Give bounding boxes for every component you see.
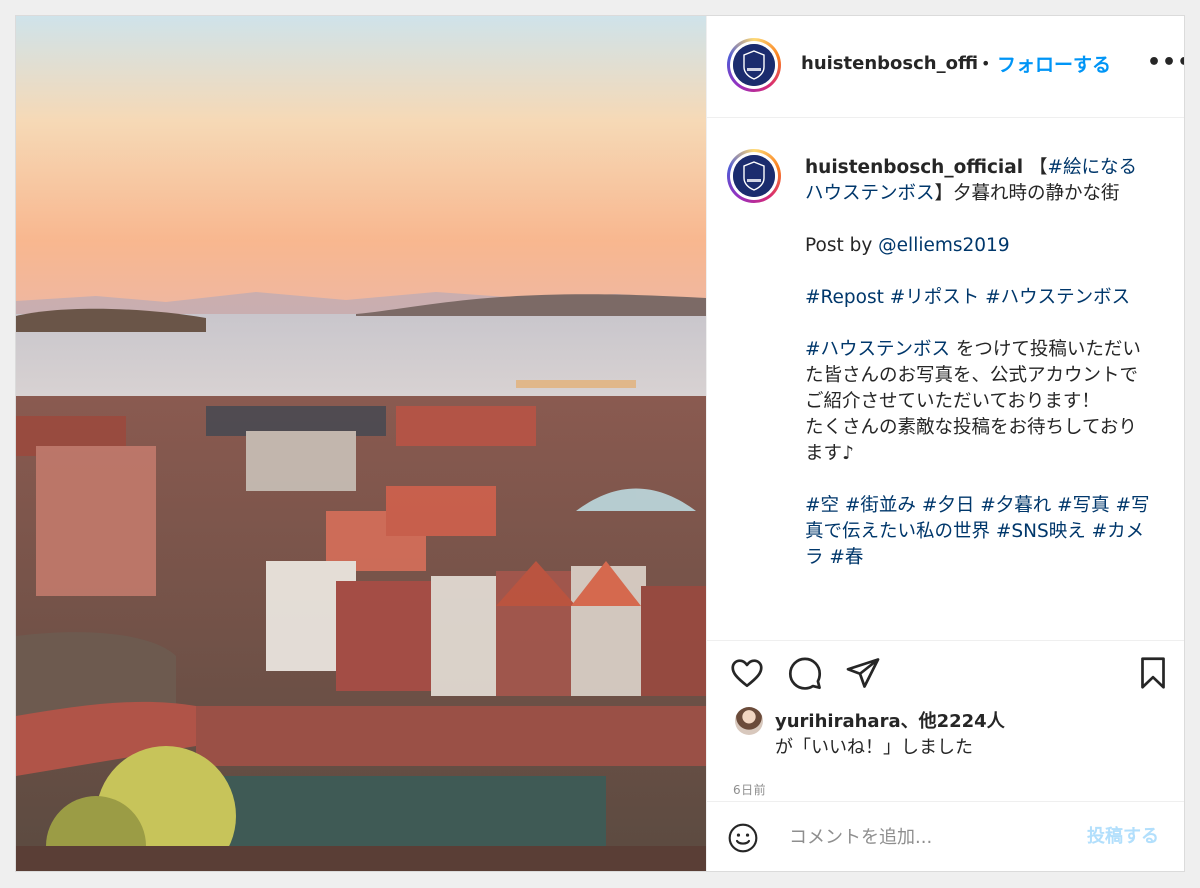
hashtag-link[interactable]: #街並み	[845, 495, 916, 516]
add-comment-bar: 投稿する	[707, 801, 1184, 871]
caption-username[interactable]: huistenbosch_official	[805, 157, 1023, 178]
follow-button[interactable]: フォローする	[997, 50, 1111, 77]
smiley-icon[interactable]	[727, 822, 759, 858]
hashtag-link[interactable]: #リポスト	[890, 287, 980, 308]
huistenbosch-logo-icon	[733, 155, 775, 197]
bookmark-icon[interactable]	[1135, 655, 1171, 691]
huistenbosch-logo-icon	[733, 44, 775, 86]
caption-title-open: 【	[1023, 157, 1048, 178]
hashtag-link[interactable]: #SNS映え	[996, 521, 1086, 542]
post-by-prefix: Post by	[805, 235, 879, 256]
hashtag-link[interactable]: #写真	[1057, 495, 1110, 516]
header-separator: •	[981, 54, 991, 73]
photo-townscape	[16, 16, 706, 871]
caption-title-rest: 】夕暮れ時の静かな街	[934, 183, 1120, 204]
post-side-panel: huistenbosch_official • フォローする ••• huist…	[706, 16, 1184, 871]
more-options-icon[interactable]: •••	[1147, 50, 1184, 75]
post-timestamp[interactable]: 6日前	[733, 781, 766, 798]
hashtag-link[interactable]: #ハウステンボス	[985, 287, 1130, 308]
likes-suffix: が「いいね！」しました	[775, 737, 973, 758]
hashtag-link[interactable]: #夕日	[922, 495, 975, 516]
mention-link[interactable]: @elliems2019	[878, 235, 1009, 256]
hashtag-link[interactable]: #春	[829, 547, 863, 568]
likes-count[interactable]: 、他2224人	[901, 711, 1005, 732]
heart-icon[interactable]	[729, 655, 765, 691]
hashtag-link[interactable]: #ハウステンボス	[805, 339, 950, 360]
comment-icon[interactable]	[787, 655, 823, 691]
hashtag-link[interactable]: #Repost	[805, 287, 884, 308]
post-actions: yurihirahara、他2224人 が「いいね！」しました 6日前	[707, 640, 1184, 800]
caption-avatar[interactable]	[727, 149, 781, 203]
comments-area[interactable]: huistenbosch_official 【#絵になるハウステンボス】夕暮れ時…	[707, 119, 1184, 639]
header-username[interactable]: huistenbosch_official	[801, 53, 977, 74]
post-header: huistenbosch_official • フォローする •••	[707, 16, 1184, 118]
account-avatar[interactable]	[727, 38, 781, 92]
hashtag-link[interactable]: #空	[805, 495, 839, 516]
liker-avatar[interactable]	[735, 707, 763, 735]
post-photo[interactable]	[16, 16, 706, 871]
post-caption: huistenbosch_official 【#絵になるハウステンボス】夕暮れ時…	[805, 155, 1150, 571]
post-dialog: huistenbosch_official • フォローする ••• huist…	[15, 15, 1185, 872]
post-comment-button[interactable]: 投稿する	[1087, 822, 1159, 848]
likes-line: yurihirahara、他2224人	[775, 707, 1005, 733]
liker-username[interactable]: yurihirahara	[775, 711, 901, 732]
paper-plane-icon[interactable]	[845, 655, 881, 691]
comment-input[interactable]	[787, 820, 1071, 854]
hashtag-link[interactable]: #夕暮れ	[980, 495, 1051, 516]
